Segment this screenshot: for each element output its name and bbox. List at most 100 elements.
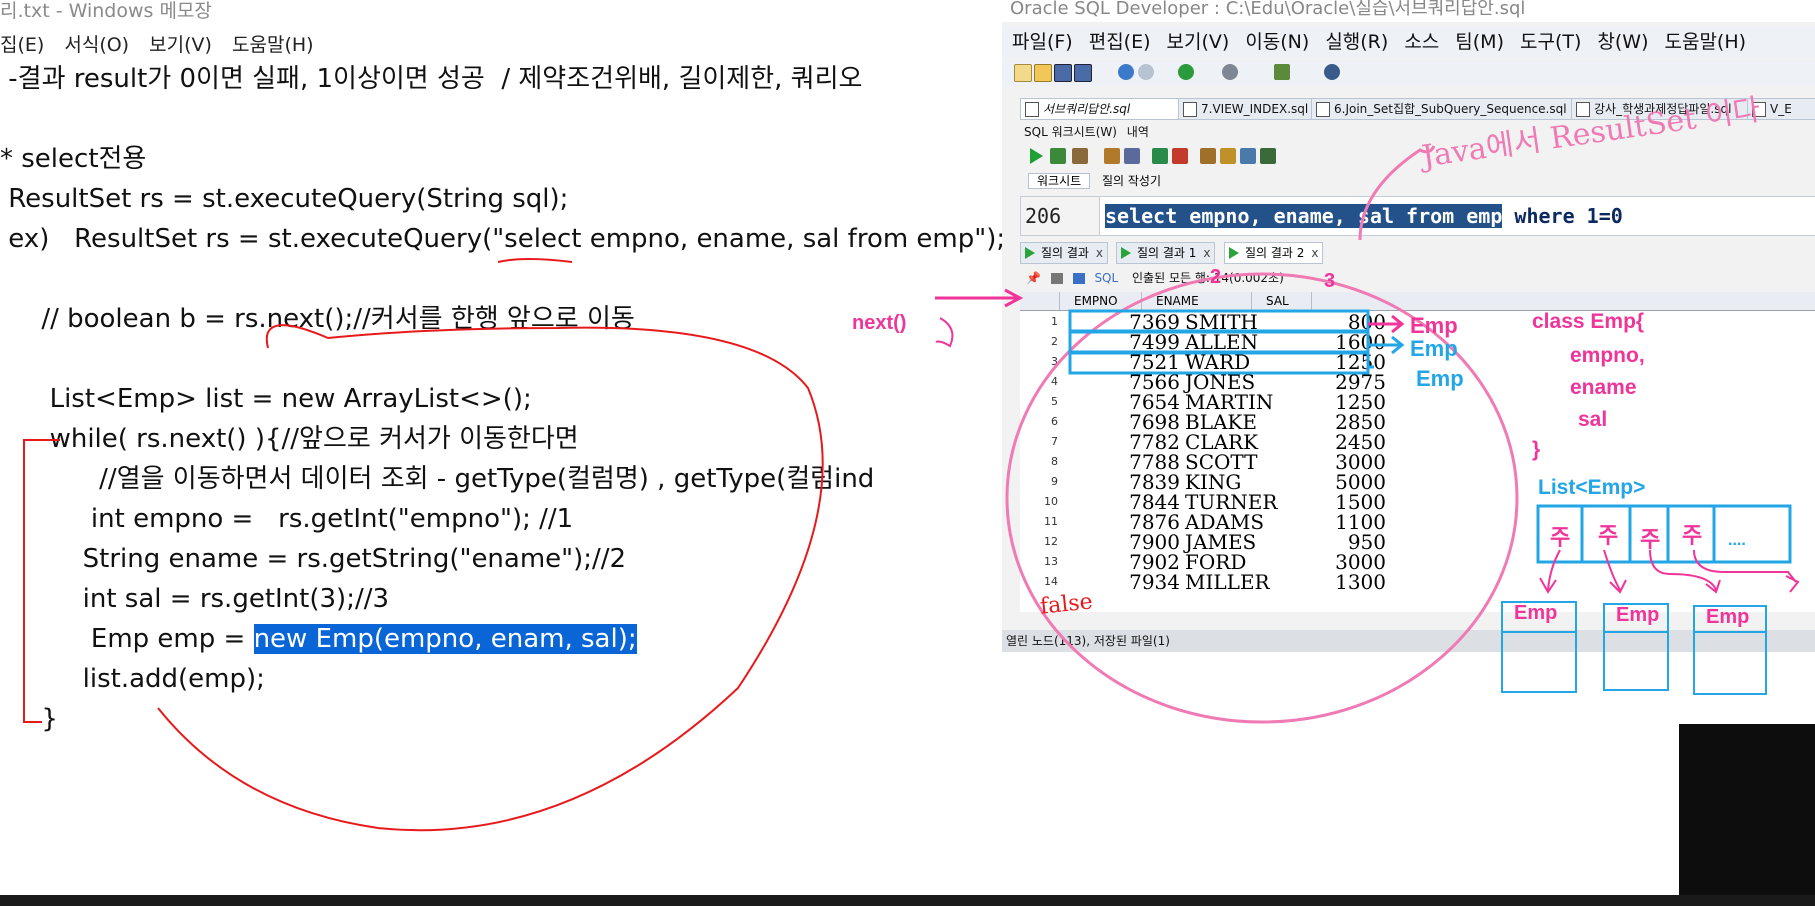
table-row[interactable]: 10 7844 TURNER 1500 [1020, 492, 1386, 512]
commit2-icon[interactable] [1152, 148, 1168, 164]
pin-icon[interactable]: 📌 [1026, 271, 1041, 285]
empno-cell[interactable]: 7499 [1064, 332, 1180, 352]
tab-query-builder[interactable]: 질의 작성기 [1102, 174, 1161, 188]
empno-cell[interactable]: 7934 [1064, 572, 1180, 592]
binoculars-icon[interactable] [1324, 64, 1340, 80]
commit-icon[interactable] [1072, 148, 1088, 164]
table-row[interactable]: 1 7369 SMITH 800 [1020, 312, 1386, 332]
history-icon[interactable] [1240, 148, 1256, 164]
history-tab[interactable]: 내역 [1127, 125, 1149, 139]
menu-view[interactable]: 보기(V) [1167, 31, 1230, 53]
autotrace-icon[interactable] [1124, 148, 1140, 164]
empno-cell[interactable]: 7566 [1064, 372, 1180, 392]
sal-cell[interactable]: 1500 [1290, 492, 1386, 512]
selected-text[interactable]: new Emp(empno, enam, sal); [253, 624, 637, 654]
run-script-icon[interactable] [1050, 148, 1066, 164]
col-empno[interactable]: EMPNO [1060, 292, 1142, 310]
tab-subquery-answer[interactable]: 서브쿼리답안.sql [1020, 98, 1180, 120]
menu-edit[interactable]: 편집(E) [1089, 31, 1151, 53]
empno-cell[interactable]: 7521 [1064, 352, 1180, 372]
tab-instructor-answer[interactable]: 강사_학생과제정답파일.sql [1571, 98, 1749, 120]
undo-icon[interactable] [1118, 64, 1134, 80]
sal-cell[interactable]: 2975 [1290, 372, 1386, 392]
sal-cell[interactable]: 800 [1290, 312, 1386, 332]
save-icon[interactable] [1054, 64, 1072, 82]
menu-run[interactable]: 실행(R) [1325, 31, 1388, 53]
menu-source[interactable]: 소스 [1404, 31, 1439, 53]
clear-icon[interactable] [1220, 148, 1236, 164]
run-task-icon[interactable] [1274, 64, 1290, 80]
tab-worksheet[interactable]: 워크시트 [1028, 173, 1091, 189]
sql-worksheet-tab[interactable]: SQL 워크시트(W) [1024, 125, 1117, 139]
menu-tools[interactable]: 도구(T) [1520, 31, 1581, 53]
table-row[interactable]: 7 7782 CLARK 2450 [1020, 432, 1386, 452]
sql-tuning-icon[interactable] [1200, 148, 1216, 164]
close-icon[interactable]: x [1311, 243, 1318, 263]
tab-query-result-2[interactable]: 질의 결과 2x [1224, 242, 1324, 264]
table-row[interactable]: 8 7788 SCOTT 3000 [1020, 452, 1386, 472]
empno-cell[interactable]: 7788 [1064, 452, 1180, 472]
table-row[interactable]: 12 7900 JAMES 950 [1020, 532, 1386, 552]
menu-window[interactable]: 창(W) [1597, 31, 1648, 53]
menu-format[interactable]: 서식(O) [64, 34, 129, 56]
sal-cell[interactable]: 3000 [1290, 452, 1386, 472]
tab-view-index[interactable]: 7.VIEW_INDEX.sql [1178, 98, 1313, 120]
menu-team[interactable]: 팀(M) [1455, 31, 1504, 53]
rollback-icon[interactable] [1172, 148, 1188, 164]
explain-plan-icon[interactable] [1104, 148, 1120, 164]
table-row[interactable]: 13 7902 FORD 3000 [1020, 552, 1386, 572]
tab-join-set[interactable]: 6.Join_Set집합_SubQuery_Sequence.sql [1311, 98, 1573, 120]
empno-cell[interactable]: 7654 [1064, 392, 1180, 412]
tab-query-result-1[interactable]: 질의 결과 1x [1116, 242, 1216, 264]
close-icon[interactable]: x [1203, 243, 1210, 263]
menu-help[interactable]: 도움말(H) [1664, 31, 1746, 53]
save-all-icon[interactable] [1074, 64, 1092, 82]
table-row[interactable]: 14 7934 MILLER 1300 [1020, 572, 1386, 592]
refresh-icon[interactable] [1072, 273, 1085, 284]
format-icon[interactable] [1260, 148, 1276, 164]
sql-button[interactable]: SQL [1094, 271, 1118, 285]
table-row[interactable]: 11 7876 ADAMS 1100 [1020, 512, 1386, 532]
col-ename[interactable]: ENAME [1142, 292, 1252, 310]
empno-cell[interactable]: 7902 [1064, 552, 1180, 572]
menu-file[interactable]: 파일(F) [1012, 31, 1073, 53]
empno-cell[interactable]: 7698 [1064, 412, 1180, 432]
table-row[interactable]: 3 7521 WARD 1250 [1020, 352, 1386, 372]
menu-navigate[interactable]: 이동(N) [1245, 31, 1309, 53]
empno-cell[interactable]: 7900 [1064, 532, 1180, 552]
empno-cell[interactable]: 7782 [1064, 432, 1180, 452]
empno-cell[interactable]: 7876 [1064, 512, 1180, 532]
table-row[interactable]: 2 7499 ALLEN 1600 [1020, 332, 1386, 352]
col-sal[interactable]: SAL [1252, 292, 1312, 310]
close-icon[interactable]: x [1096, 243, 1103, 263]
sal-cell[interactable]: 5000 [1290, 472, 1386, 492]
print-icon[interactable] [1050, 273, 1063, 284]
empno-cell[interactable]: 7844 [1064, 492, 1180, 512]
menu-help[interactable]: 도움말(H) [232, 34, 314, 56]
menu-view[interactable]: 보기(V) [149, 34, 212, 56]
sal-cell[interactable]: 1250 [1290, 352, 1386, 372]
sal-cell[interactable]: 1100 [1290, 512, 1386, 532]
sal-cell[interactable]: 1250 [1290, 392, 1386, 412]
run-statement-icon[interactable] [1030, 148, 1043, 164]
tab-ve[interactable]: V_E [1747, 98, 1815, 120]
empno-cell[interactable]: 7369 [1064, 312, 1180, 332]
table-row[interactable]: 5 7654 MARTIN 1250 [1020, 392, 1386, 412]
redo-icon[interactable] [1138, 64, 1154, 80]
table-row[interactable]: 4 7566 JONES 2975 [1020, 372, 1386, 392]
back-icon[interactable] [1178, 64, 1194, 80]
menu-edit[interactable]: 집(E) [0, 34, 44, 56]
forward-icon[interactable] [1222, 64, 1238, 80]
sal-cell[interactable]: 2850 [1290, 412, 1386, 432]
table-row[interactable]: 6 7698 BLAKE 2850 [1020, 412, 1386, 432]
sql-editor[interactable]: 206 select empno, ename, sal from emp wh… [1020, 196, 1815, 236]
new-file-icon[interactable] [1014, 64, 1032, 82]
sal-cell[interactable]: 2450 [1290, 432, 1386, 452]
open-folder-icon[interactable] [1034, 64, 1052, 82]
sal-cell[interactable]: 3000 [1290, 552, 1386, 572]
table-row[interactable]: 9 7839 KING 5000 [1020, 472, 1386, 492]
result-grid[interactable]: EMPNO ENAME SAL 1 7369 SMITH 800 2 7499 ALLEN 1… [1020, 292, 1815, 612]
sal-cell[interactable]: 950 [1290, 532, 1386, 552]
sal-cell[interactable]: 1600 [1290, 332, 1386, 352]
tab-query-result[interactable]: 질의 결과 x [1020, 242, 1108, 264]
